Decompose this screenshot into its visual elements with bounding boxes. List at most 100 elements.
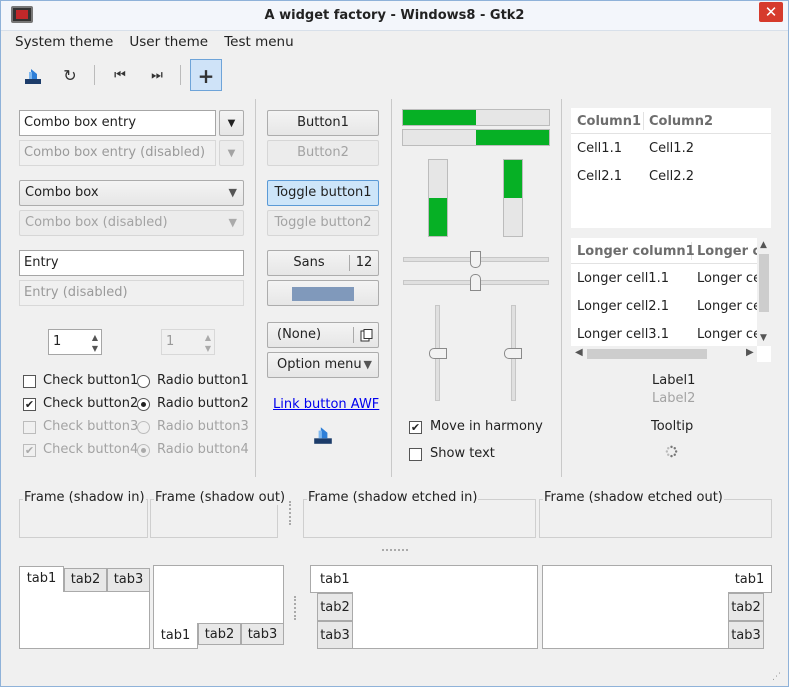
font-button[interactable]: Sans 12: [267, 250, 379, 276]
notebook-top-tab3[interactable]: tab3: [107, 568, 150, 592]
longer-cell-3-1[interactable]: Longer cell3.1: [577, 327, 669, 342]
chevron-down-icon[interactable]: ▼: [760, 333, 767, 343]
combo-box-entry-input[interactable]: Combo box entry: [19, 110, 216, 136]
refresh-button[interactable]: ↻: [54, 59, 86, 91]
longer-column1-header[interactable]: Longer column1: [577, 244, 695, 259]
notebook-bottom-tab2[interactable]: tab2: [198, 623, 241, 645]
column-separator: [391, 99, 392, 477]
show-text-label[interactable]: Show text: [430, 446, 495, 461]
notebook-bottom-tab3[interactable]: tab3: [241, 623, 284, 645]
notebook-left: [352, 565, 538, 649]
spin-disabled-value: 1: [166, 334, 175, 349]
notebook-left-tab1[interactable]: tab1: [310, 565, 353, 593]
spin-button[interactable]: 1 ▲ ▼: [48, 329, 102, 355]
longer-cell-1-1[interactable]: Longer cell1.1: [577, 271, 669, 286]
move-in-harmony-checkbox[interactable]: ✔: [409, 421, 422, 434]
radio-button2-label[interactable]: Radio button2: [157, 396, 249, 411]
notebook-right-tab3[interactable]: tab3: [728, 621, 764, 649]
vertical-scrollbar-thumb[interactable]: [759, 254, 769, 312]
go-first-button[interactable]: ⏮: [104, 59, 136, 91]
longer-cell-1-2[interactable]: Longer ce: [697, 271, 761, 286]
chevron-right-icon[interactable]: ▶: [746, 347, 754, 358]
chevron-up-icon[interactable]: ▲: [760, 240, 767, 250]
notebook-left-tab2[interactable]: tab2: [317, 593, 353, 621]
tree-view-2[interactable]: Longer column1 Longer co Longer cell1.1 …: [571, 238, 771, 362]
go-first-icon: ⏮: [114, 68, 126, 83]
check-button1-label[interactable]: Check button1: [43, 373, 138, 388]
cell-2-2[interactable]: Cell2.2: [649, 169, 694, 184]
radio-button1-circle[interactable]: [137, 375, 150, 388]
column1-header[interactable]: Column1: [577, 114, 641, 129]
tree-view-1[interactable]: Column1 Column2 Cell1.1 Cell1.2 Cell2.1 …: [571, 108, 771, 228]
menu-test[interactable]: Test menu: [211, 32, 299, 50]
radio-button2-circle[interactable]: [137, 398, 150, 411]
go-last-button[interactable]: ⏭: [141, 59, 173, 91]
notebook-right-tab1[interactable]: tab1: [728, 565, 772, 593]
spinner-icon: [665, 445, 678, 458]
font-name: Sans: [293, 255, 325, 270]
move-in-harmony-label[interactable]: Move in harmony: [430, 419, 543, 434]
spin-button-disabled: 1 ▲ ▼: [161, 329, 215, 355]
pane-handle[interactable]: [294, 596, 296, 620]
menu-user-theme[interactable]: User theme: [116, 32, 214, 50]
close-button[interactable]: ✕: [759, 2, 783, 22]
cell-2-1[interactable]: Cell2.1: [577, 169, 622, 184]
show-text-checkbox[interactable]: [409, 448, 422, 461]
notebook-top-tab2[interactable]: tab2: [64, 568, 107, 592]
notebook-bottom: [153, 565, 284, 624]
combo-box-entry-disabled-dropdown: ▼: [219, 140, 244, 166]
horizontal-progress-bar-1: [402, 109, 550, 126]
longer-cell-2-1[interactable]: Longer cell2.1: [577, 299, 669, 314]
window-title: A widget factory - Windows8 - Gtk2: [264, 8, 525, 23]
notebook-bottom-tab1[interactable]: tab1: [153, 623, 198, 649]
progress-fill: [476, 130, 549, 145]
vertical-scale-1-handle[interactable]: [429, 348, 447, 359]
notebook-right: [542, 565, 729, 649]
combo-box-entry-dropdown[interactable]: ▼: [219, 110, 244, 136]
option-menu[interactable]: Option menu ▼: [267, 352, 379, 378]
check-button2-label[interactable]: Check button2: [43, 396, 138, 411]
resize-grip[interactable]: ⋰: [772, 672, 781, 682]
chevron-left-icon[interactable]: ◀: [575, 347, 583, 358]
toggle-button1[interactable]: Toggle button1: [267, 180, 379, 206]
longer-cell-2-2[interactable]: Longer ce: [697, 299, 761, 314]
column2-header[interactable]: Column2: [649, 114, 713, 129]
progress-fill: [429, 198, 447, 236]
horizontal-scale-1-handle[interactable]: [470, 251, 481, 268]
button1[interactable]: Button1: [267, 110, 379, 136]
column-separator: [255, 99, 256, 477]
check-button1-box[interactable]: [23, 375, 36, 388]
documents-icon: [360, 329, 373, 342]
chevron-down-icon: ▼: [363, 358, 372, 371]
notebook-top-tab1[interactable]: tab1: [19, 566, 64, 592]
cell-1-2[interactable]: Cell1.2: [649, 141, 694, 156]
chevron-down-icon: ▼: [227, 118, 236, 129]
link-button[interactable]: Link button AWF: [273, 397, 379, 412]
font-size: 12: [355, 255, 373, 270]
color-button[interactable]: [267, 280, 379, 306]
add-button[interactable]: +: [190, 59, 222, 91]
vertical-scale-2-handle[interactable]: [504, 348, 522, 359]
combo-box[interactable]: Combo box ▼: [19, 180, 244, 206]
menu-system-theme[interactable]: System theme: [2, 32, 119, 50]
tooltip-label: Tooltip: [651, 419, 694, 434]
entry-input[interactable]: Entry: [19, 250, 244, 276]
app-toolbar-button[interactable]: [17, 59, 49, 91]
title-bar[interactable]: A widget factory - Windows8 - Gtk2 ✕: [1, 1, 788, 31]
refresh-icon: ↻: [63, 66, 77, 85]
longer-cell-3-2[interactable]: Longer ce: [697, 327, 761, 342]
notebook-right-tab2[interactable]: tab2: [728, 593, 764, 621]
radio-button1-label[interactable]: Radio button1: [157, 373, 249, 388]
check-button2-box[interactable]: ✔: [23, 398, 36, 411]
combo-box-disabled-label: Combo box (disabled): [25, 215, 168, 230]
cell-1-1[interactable]: Cell1.1: [577, 141, 622, 156]
horizontal-scrollbar-thumb[interactable]: [587, 349, 707, 359]
file-chooser-button[interactable]: (None): [267, 322, 379, 348]
chevron-down-icon[interactable]: ▼: [92, 337, 98, 361]
pane-handle[interactable]: [382, 549, 408, 551]
go-last-icon: ⏭: [151, 68, 163, 83]
column-divider: [643, 112, 644, 130]
pane-handle[interactable]: [289, 501, 291, 525]
horizontal-scale-2-handle[interactable]: [470, 274, 481, 291]
notebook-left-tab3[interactable]: tab3: [317, 621, 353, 649]
